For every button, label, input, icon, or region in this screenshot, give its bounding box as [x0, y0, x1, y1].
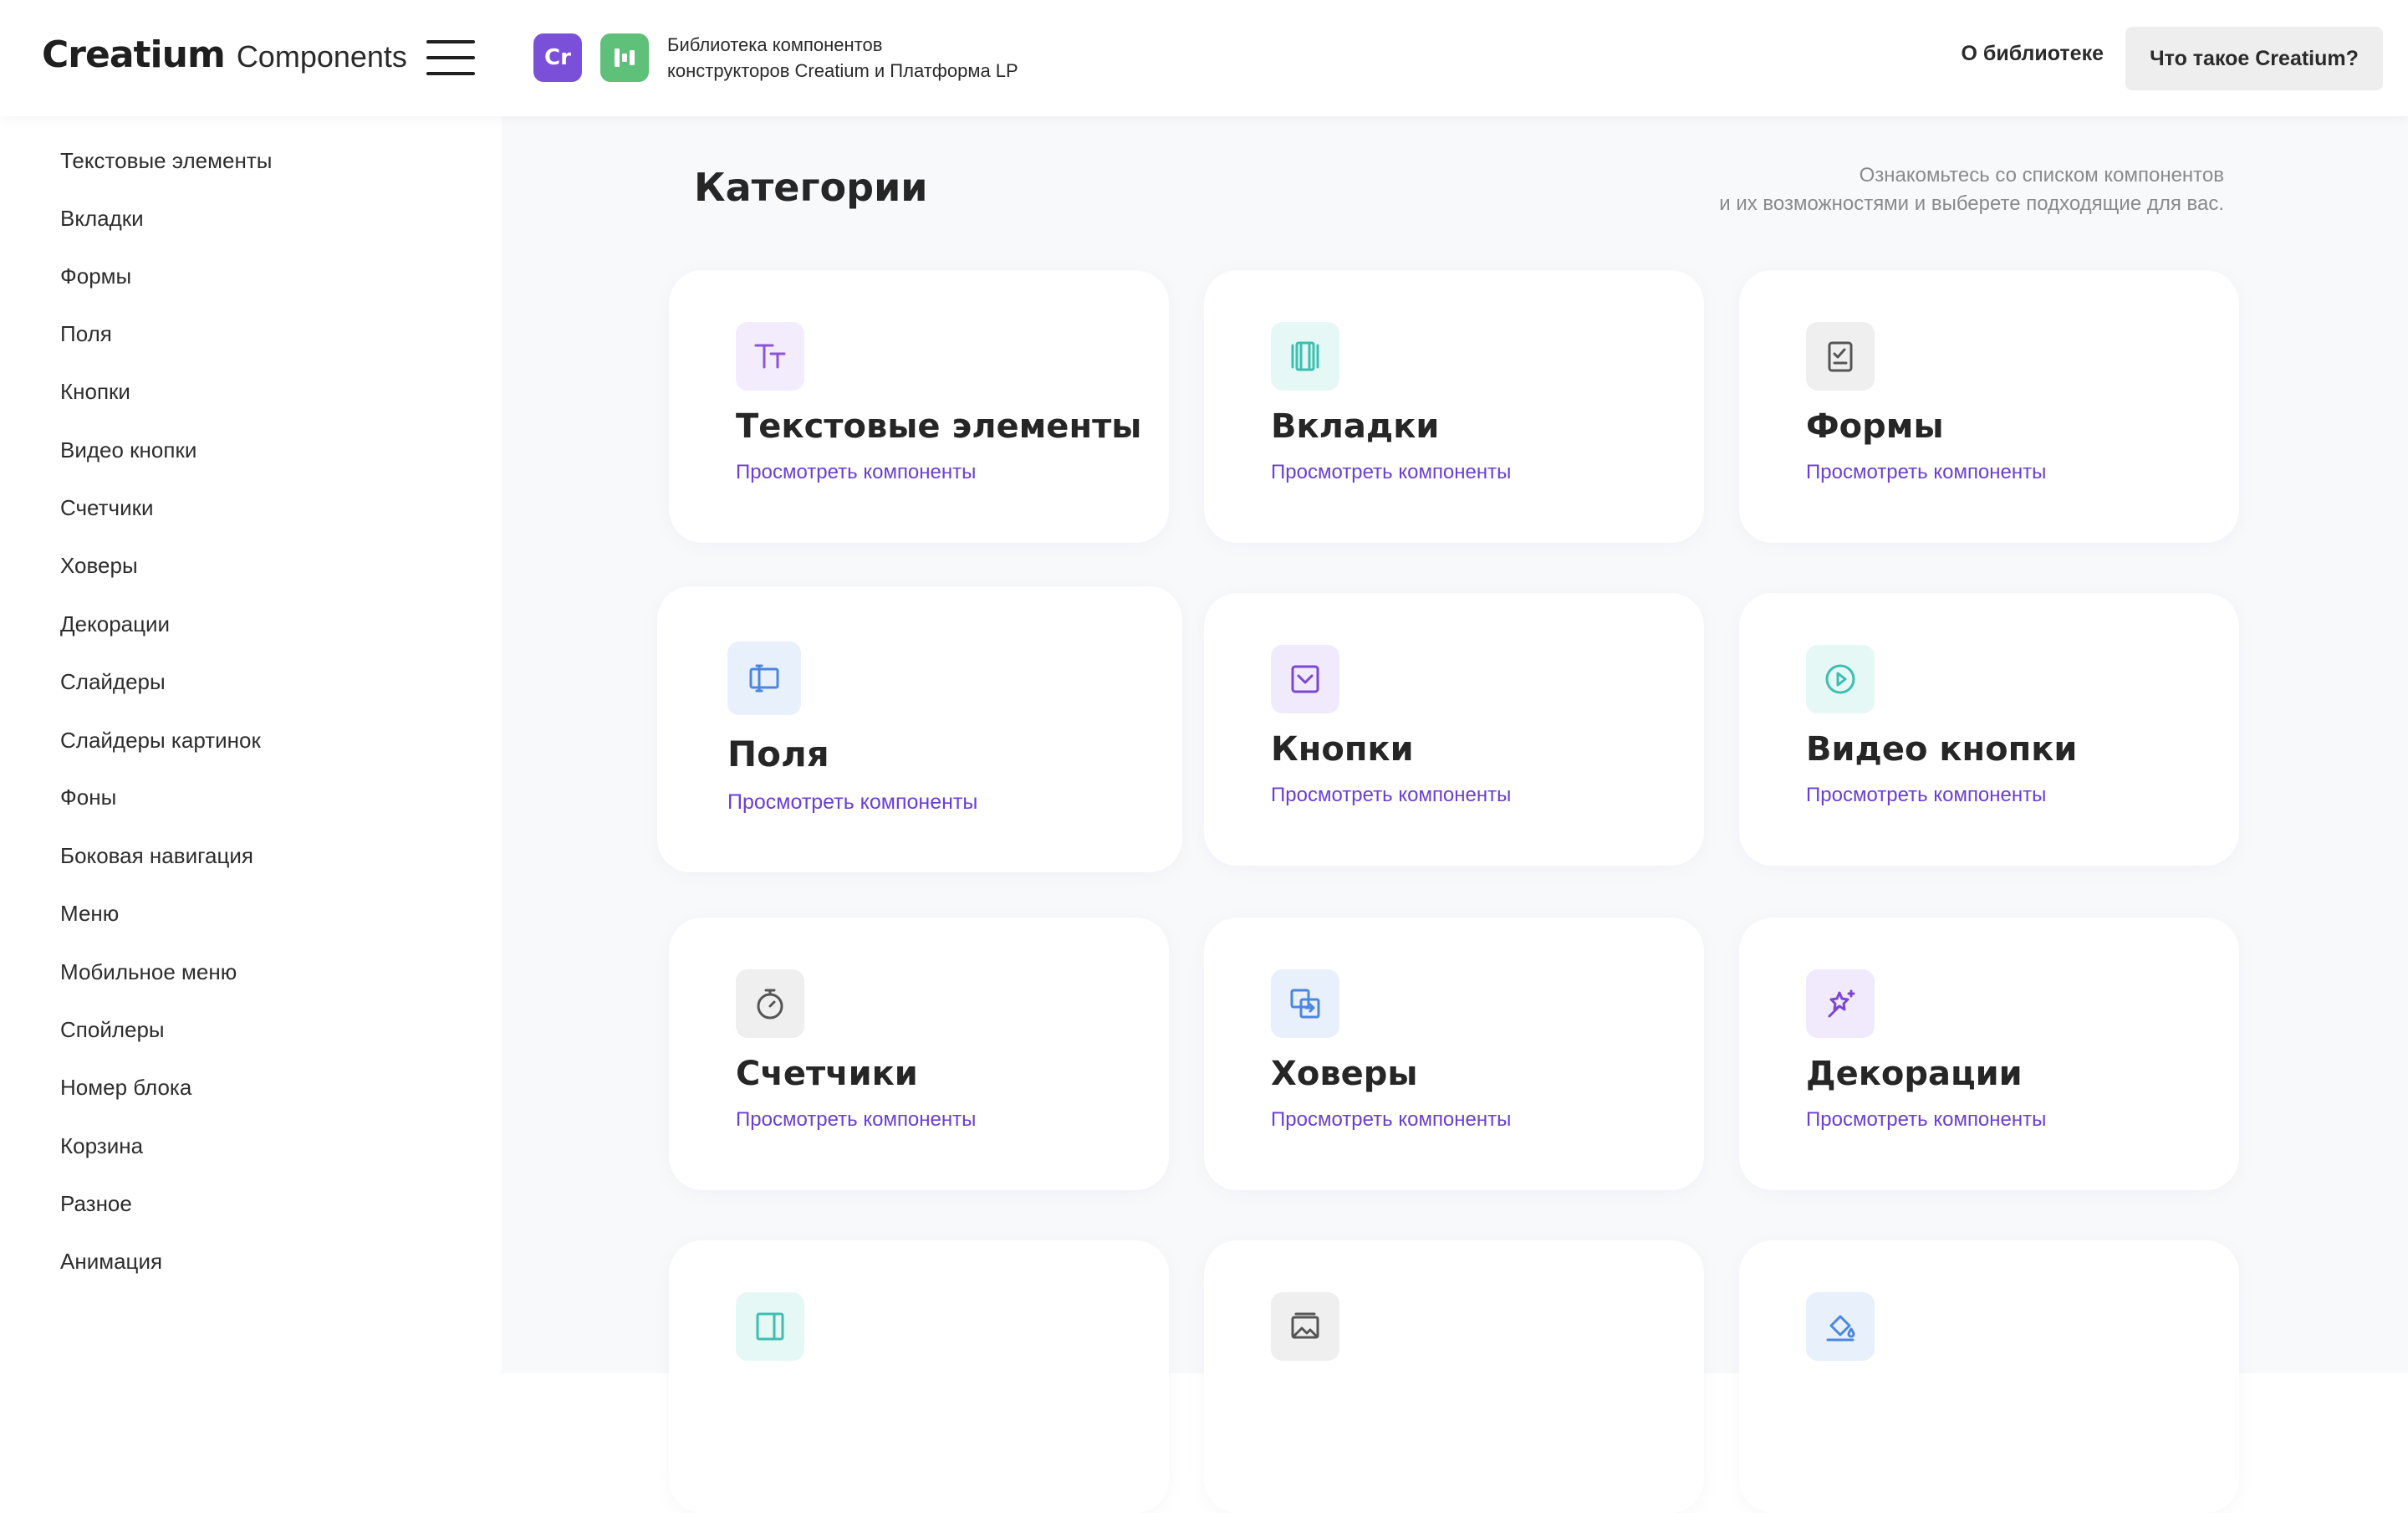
sidebar-item[interactable]: Слайдеры картинок — [60, 728, 261, 754]
category-card[interactable]: Счетчики Просмотреть компоненты — [669, 918, 1169, 1190]
category-card-title: Декорации — [1806, 1055, 2023, 1093]
button-icon — [1271, 645, 1339, 713]
view-components-link[interactable]: Просмотреть компоненты — [1806, 784, 2046, 807]
sidebar-item[interactable]: Мобильное меню — [60, 959, 237, 985]
category-card[interactable] — [669, 1240, 1169, 1513]
what-is-creatium-button[interactable]: Что такое Creatium? — [2125, 27, 2383, 90]
sidebar-item[interactable]: Фоны — [60, 785, 116, 810]
sidebar-item[interactable]: Счетчики — [60, 495, 154, 521]
category-card-title: Ховеры — [1271, 1055, 1418, 1093]
slider-icon — [736, 1292, 804, 1361]
category-card[interactable] — [1739, 1240, 2239, 1513]
timer-icon — [736, 969, 804, 1038]
view-components-link[interactable]: Просмотреть компоненты — [736, 461, 976, 484]
category-card[interactable]: Вкладки Просмотреть компоненты — [1204, 270, 1704, 543]
logo-brand: Creatium — [42, 33, 226, 76]
category-card-title: Вкладки — [1271, 407, 1440, 446]
category-card[interactable]: Декорации Просмотреть компоненты — [1739, 918, 2239, 1190]
category-card[interactable]: Кнопки Просмотреть компоненты — [1204, 593, 1704, 866]
view-components-link[interactable]: Просмотреть компоненты — [736, 1108, 976, 1132]
category-card-title: Формы — [1806, 407, 1944, 446]
category-card-title: Поля — [727, 733, 829, 774]
category-card[interactable]: Текстовые элементы Просмотреть компоненты — [669, 270, 1169, 543]
view-components-link[interactable]: Просмотреть компоненты — [1271, 1108, 1511, 1132]
field-icon — [727, 641, 801, 715]
sidebar-item[interactable]: Поля — [60, 321, 112, 347]
header-description-line: Библиотека компонентов — [667, 34, 883, 55]
platform-lp-app-icon[interactable] — [600, 33, 649, 82]
category-card[interactable]: Поля Просмотреть компоненты — [657, 586, 1182, 872]
category-card[interactable]: Видео кнопки Просмотреть компоненты — [1739, 593, 2239, 866]
category-card-title: Видео кнопки — [1806, 730, 2078, 769]
category-card-title: Кнопки — [1271, 730, 1414, 769]
sidebar-item[interactable]: Ховеры — [60, 553, 138, 579]
paint-bucket-icon — [1806, 1292, 1875, 1361]
sidebar-item[interactable]: Слайдеры — [60, 669, 166, 695]
sidebar-item[interactable]: Декорации — [60, 611, 170, 637]
sparkle-icon — [1806, 969, 1875, 1038]
header-description: Библиотека компонентов конструкторов Cre… — [667, 32, 1102, 84]
tabs-icon — [1271, 322, 1339, 391]
logo[interactable]: Creatium Components — [42, 33, 407, 84]
page-description-line: Ознакомьтесь со списком компонентов — [1859, 164, 2224, 187]
sidebar-item[interactable]: Номер блока — [60, 1075, 191, 1101]
sidebar: Текстовые элементы Вкладки Формы Поля Кнопки… — [0, 116, 502, 1373]
category-card[interactable]: Ховеры Просмотреть компоненты — [1204, 918, 1704, 1190]
sidebar-item[interactable]: Формы — [60, 263, 131, 289]
sidebar-item[interactable]: Спойлеры — [60, 1017, 165, 1043]
hover-icon — [1271, 969, 1339, 1038]
image-icon — [1271, 1292, 1339, 1361]
form-icon — [1806, 322, 1875, 391]
sidebar-item[interactable]: Меню — [60, 901, 119, 927]
play-icon — [1806, 645, 1875, 713]
sidebar-item[interactable]: Видео кнопки — [60, 437, 196, 463]
category-card[interactable] — [1204, 1240, 1704, 1513]
top-header: Creatium Components Cr Библиотека компон… — [0, 0, 2408, 116]
logo-subtitle: Components — [236, 39, 407, 74]
sidebar-item[interactable]: Корзина — [60, 1133, 143, 1159]
sidebar-item[interactable]: Анимация — [60, 1249, 162, 1275]
text-icon — [736, 322, 804, 391]
view-components-link[interactable]: Просмотреть компоненты — [1271, 784, 1511, 807]
view-components-link[interactable]: Просмотреть компоненты — [1271, 461, 1511, 484]
category-card-title: Текстовые элементы — [736, 407, 1142, 446]
sidebar-item[interactable]: Вкладки — [60, 206, 144, 232]
view-components-link[interactable]: Просмотреть компоненты — [1806, 1108, 2046, 1132]
page-description: Ознакомьтесь со списком компонентов и их… — [1555, 161, 2224, 218]
category-card[interactable]: Формы Просмотреть компоненты — [1739, 270, 2239, 543]
platform-lp-logo-icon — [615, 49, 635, 67]
menu-burger-icon[interactable] — [426, 40, 475, 75]
sidebar-item[interactable]: Разное — [60, 1191, 132, 1217]
nav-about-link[interactable]: О библиотеке — [1962, 42, 2104, 66]
view-components-link[interactable]: Просмотреть компоненты — [1806, 461, 2046, 484]
main-content: Категории Ознакомьтесь со списком компон… — [502, 116, 2408, 1513]
sidebar-item[interactable]: Текстовые элементы — [60, 148, 272, 174]
page-description-line: и их возможностями и выберете подходящие… — [1719, 192, 2224, 215]
creatium-app-icon[interactable]: Cr — [533, 33, 582, 82]
sidebar-item[interactable]: Боковая навигация — [60, 843, 253, 869]
header-description-line: конструкторов Creatium и Платформа LP — [667, 60, 1018, 81]
sidebar-item[interactable]: Кнопки — [60, 379, 130, 405]
page-title: Категории — [694, 165, 928, 210]
view-components-link[interactable]: Просмотреть компоненты — [727, 790, 977, 815]
category-card-title: Счетчики — [736, 1055, 918, 1093]
